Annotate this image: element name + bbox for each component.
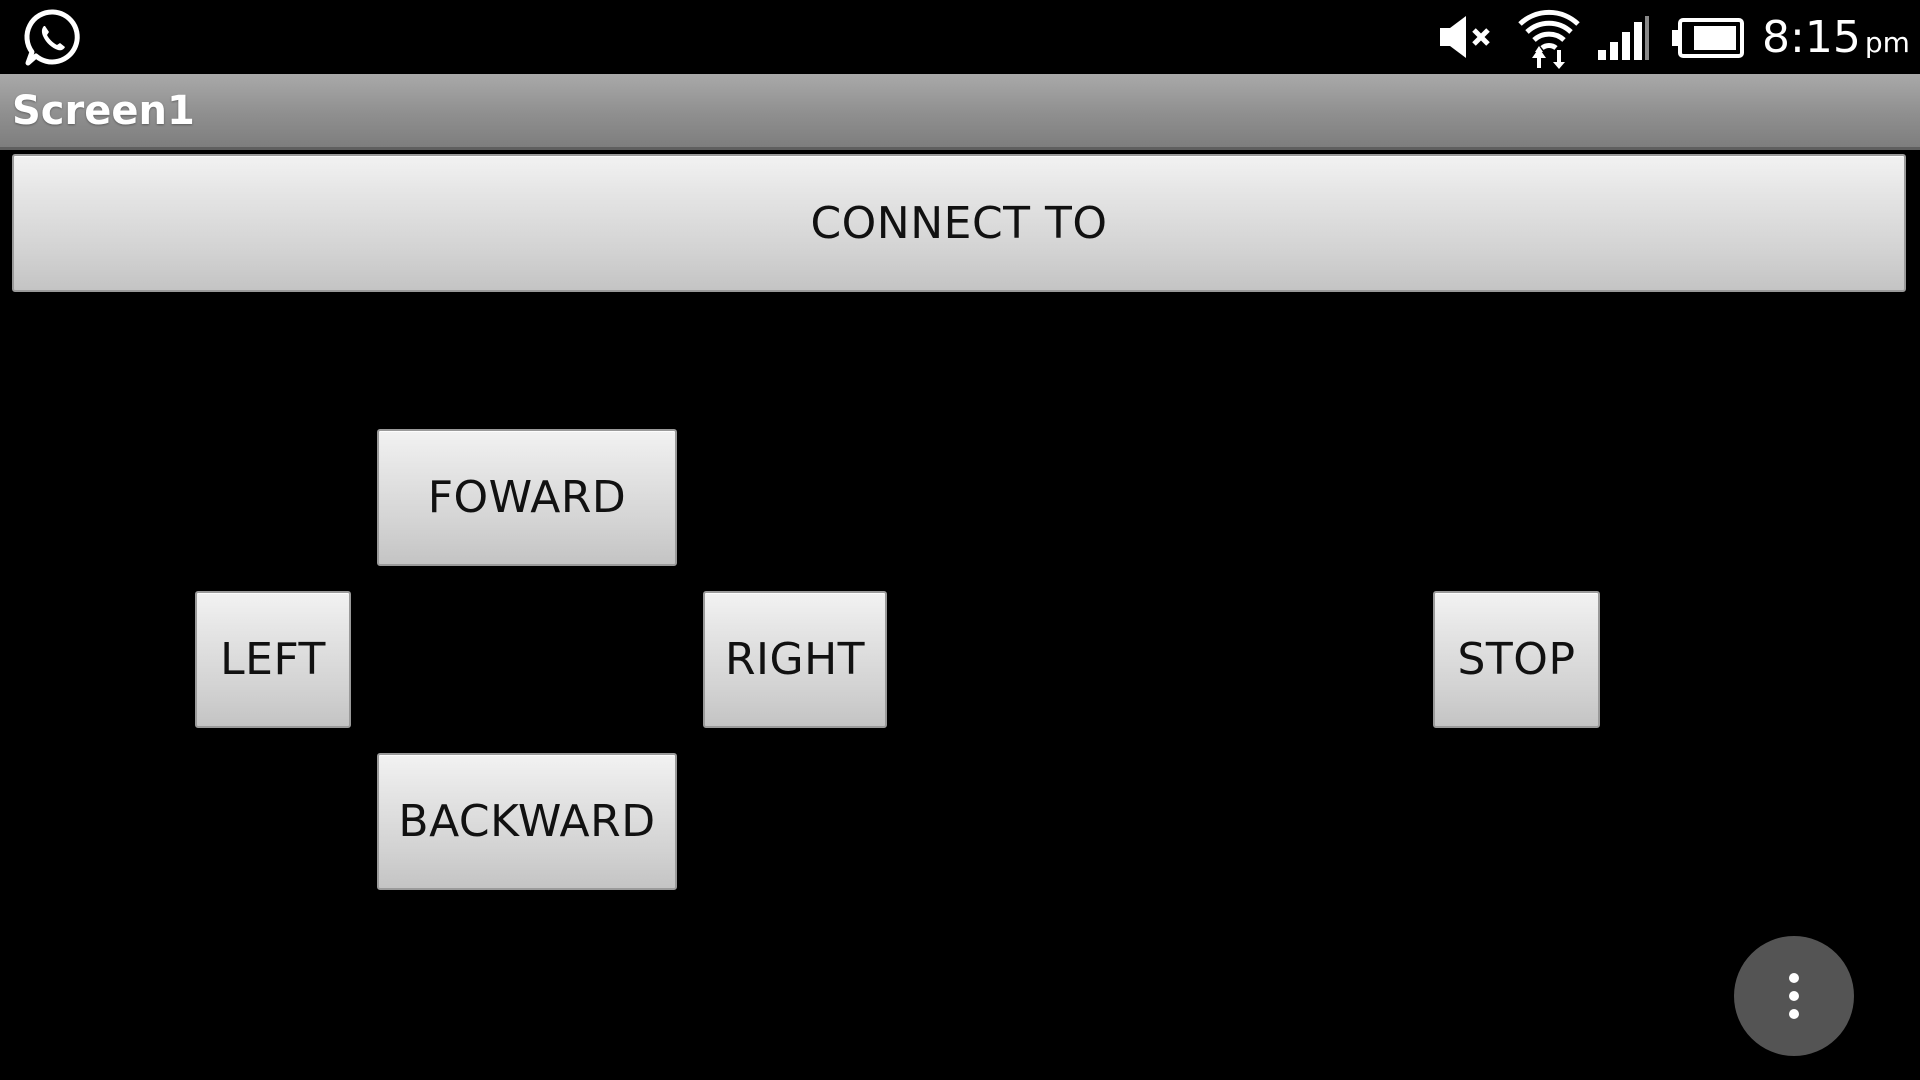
title-bar: Screen1 (0, 74, 1920, 150)
wifi-icon (1518, 9, 1580, 69)
left-button[interactable]: LEFT (195, 591, 351, 728)
forward-button[interactable]: FOWARD (377, 429, 677, 566)
signal-icon (1598, 16, 1649, 60)
status-bar: 8:15 pm (0, 0, 1920, 74)
whatsapp-icon (24, 9, 80, 66)
mute-icon (1440, 16, 1490, 58)
backward-button[interactable]: BACKWARD (377, 753, 677, 890)
app-screen: 8:15 pm Screen1 CONNECT TO FOWARD LEFT RI… (0, 0, 1920, 1080)
screen-title: Screen1 (12, 88, 195, 134)
more-vert-icon (1789, 973, 1799, 1019)
right-button[interactable]: RIGHT (703, 591, 887, 728)
clock-ampm: pm (1864, 26, 1910, 59)
clock-time: 8:15 (1762, 12, 1861, 63)
status-clock: 8:15 pm (1762, 12, 1910, 63)
connect-button[interactable]: CONNECT TO (12, 154, 1906, 292)
overflow-menu-button[interactable] (1734, 936, 1854, 1056)
battery-icon (1672, 18, 1744, 58)
stop-button[interactable]: STOP (1433, 591, 1600, 728)
